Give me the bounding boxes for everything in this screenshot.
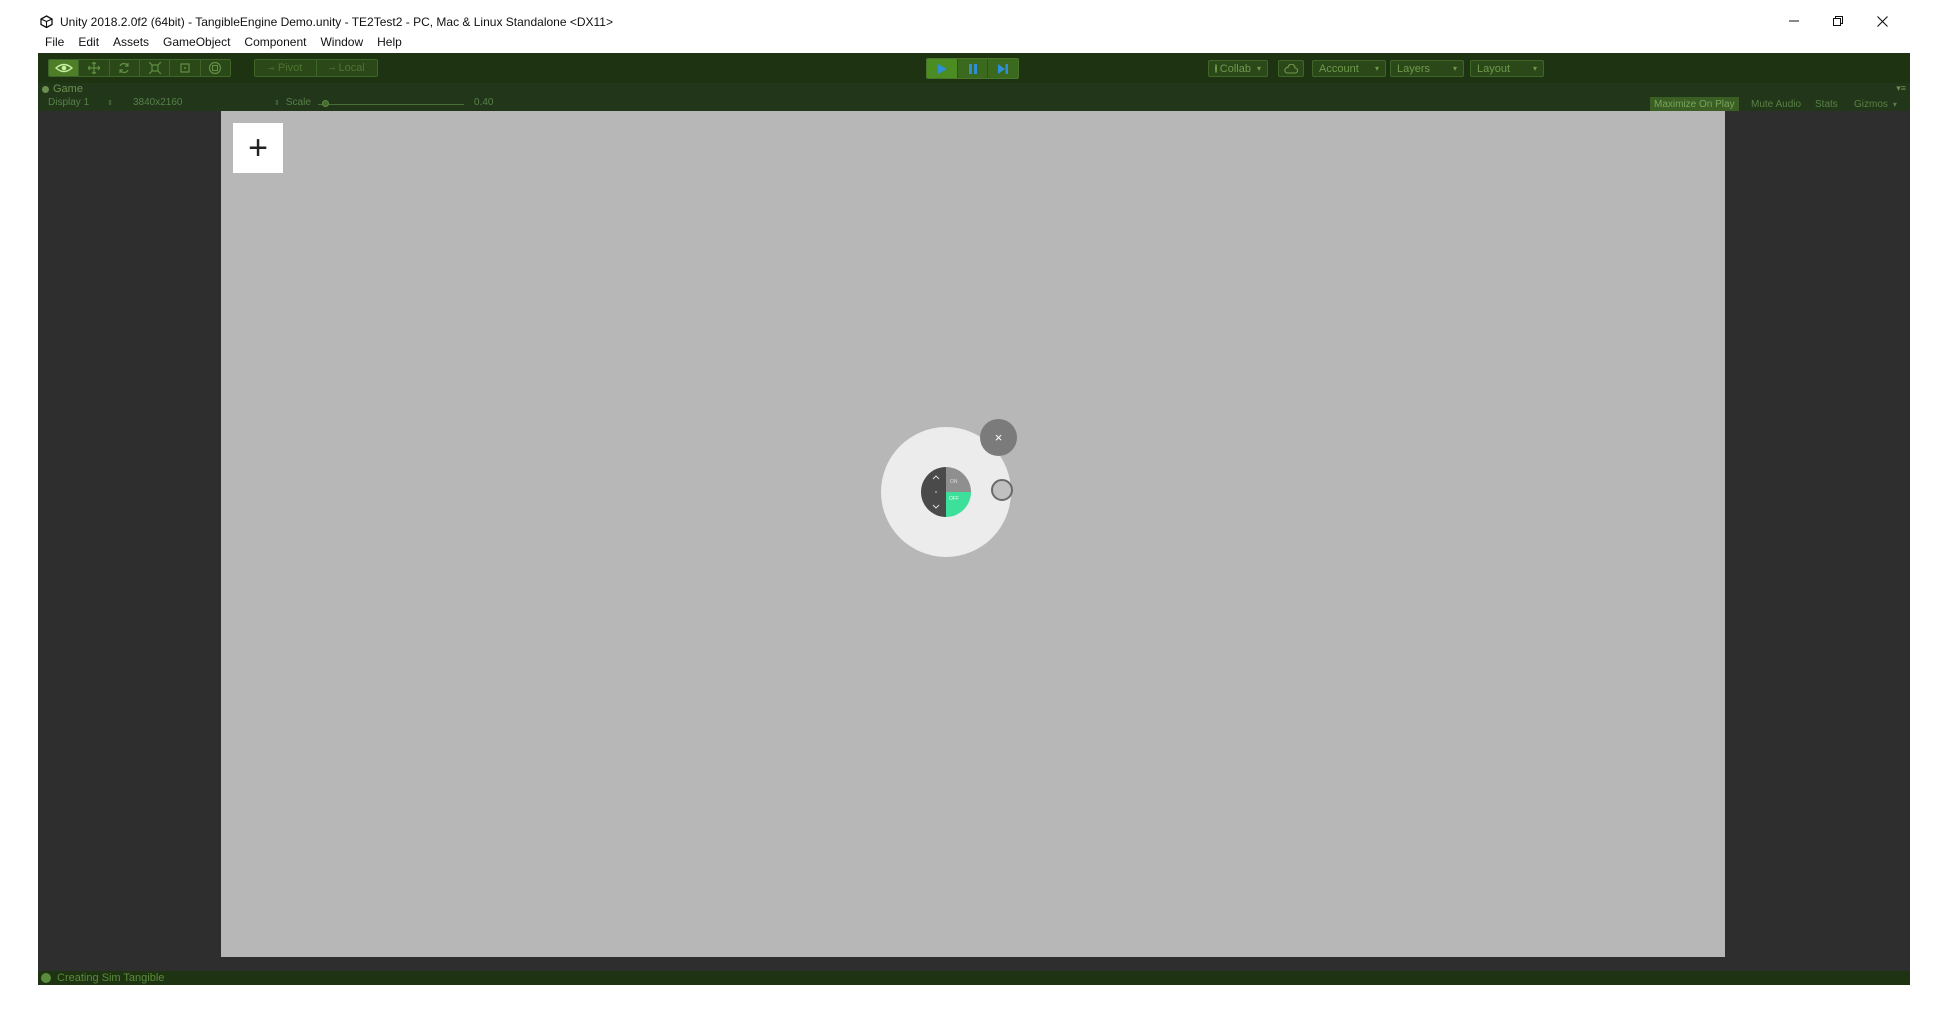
- dial-off-label: OFF: [949, 496, 959, 502]
- restore-icon: [1833, 16, 1843, 26]
- main-toolbar: ⊸ Pivot ⊸ Local Collab ▾ Account ▾ Layer…: [38, 53, 1910, 83]
- menu-gameobject[interactable]: GameObject: [156, 34, 237, 52]
- tab-game-label: Game: [53, 83, 83, 95]
- view-tool-button[interactable]: [49, 60, 80, 76]
- minimize-icon: [1789, 20, 1799, 22]
- on-off-dial[interactable]: ON OFF: [921, 467, 971, 517]
- transform-icon: [209, 61, 222, 75]
- chevron-down-icon: ▾: [1892, 99, 1897, 109]
- game-canvas[interactable]: + × ON OFF: [221, 111, 1725, 957]
- scale-slider-handle[interactable]: [322, 100, 329, 107]
- step-icon: [998, 63, 1009, 74]
- menu-assets[interactable]: Assets: [106, 34, 156, 52]
- window-title: Unity 2018.2.0f2 (64bit) - TangibleEngin…: [60, 15, 613, 29]
- scale-slider-track[interactable]: [318, 104, 464, 105]
- game-tab-header: Game ▾≡: [38, 83, 1910, 97]
- chevron-down-icon: ▾: [1374, 64, 1379, 73]
- chevron-down-icon: ▾: [1256, 64, 1261, 73]
- menu-component[interactable]: Component: [237, 34, 313, 52]
- chevron-down-icon: ▾: [1532, 64, 1537, 73]
- local-button[interactable]: ⊸ Local: [316, 60, 377, 76]
- resolution-label: 3840x2160: [133, 97, 183, 108]
- account-label: Account: [1319, 62, 1359, 75]
- gizmos-label: Gizmos: [1854, 98, 1888, 110]
- play-icon: [937, 63, 947, 74]
- menu-file[interactable]: File: [38, 34, 71, 52]
- collab-button[interactable]: Collab ▾: [1208, 60, 1268, 77]
- display-label: Display 1: [48, 97, 90, 108]
- transform-tool-button[interactable]: [200, 60, 230, 76]
- account-dropdown[interactable]: Account ▾: [1312, 60, 1386, 77]
- pause-icon: [968, 63, 977, 74]
- updown-icon: ⇕: [107, 100, 114, 107]
- rotate-icon: [119, 62, 129, 74]
- menu-window[interactable]: Window: [313, 34, 370, 52]
- game-viewport: + × ON OFF: [38, 111, 1910, 971]
- display-dropdown[interactable]: Display 1 ⇕: [48, 97, 113, 108]
- step-button[interactable]: [988, 59, 1018, 78]
- tangible-close-button[interactable]: ×: [980, 419, 1017, 456]
- updown-icon: ⇕: [274, 100, 280, 107]
- eye-icon: [54, 63, 73, 73]
- tangible-handle-knob[interactable]: [991, 479, 1013, 501]
- layers-dropdown[interactable]: Layers ▾: [1390, 60, 1464, 77]
- info-icon: [41, 973, 51, 983]
- layout-dropdown[interactable]: Layout ▾: [1470, 60, 1544, 77]
- play-button[interactable]: [927, 59, 958, 78]
- rect-icon: [180, 63, 190, 73]
- rect-tool-button[interactable]: [170, 60, 201, 76]
- menu-bar: File Edit Assets GameObject Component Wi…: [38, 34, 409, 52]
- plus-icon: +: [248, 129, 268, 167]
- mute-audio-toggle[interactable]: Mute Audio: [1747, 97, 1805, 111]
- menu-help[interactable]: Help: [370, 34, 409, 52]
- scale-tool-button[interactable]: [139, 60, 171, 76]
- cloud-button[interactable]: [1278, 60, 1304, 77]
- menu-edit[interactable]: Edit: [71, 34, 106, 52]
- scale-value: 0.40: [474, 97, 494, 108]
- status-message: Creating Sim Tangible: [57, 972, 165, 984]
- layers-label: Layers: [1397, 62, 1431, 75]
- restore-button[interactable]: [1816, 6, 1860, 36]
- close-window-button[interactable]: [1860, 6, 1904, 36]
- unity-editor-window: Unity 2018.2.0f2 (64bit) - TangibleEngin…: [0, 0, 1938, 1019]
- resolution-dropdown[interactable]: 3840x2160: [133, 97, 183, 108]
- close-icon: [1876, 15, 1888, 27]
- scale-label: ⇕ Scale: [274, 97, 311, 108]
- pivot-button[interactable]: ⊸ Pivot: [255, 60, 317, 76]
- rotate-tool-button[interactable]: [109, 60, 140, 76]
- play-controls: [926, 58, 1019, 79]
- unity-logo-icon: [40, 15, 53, 28]
- pause-button[interactable]: [957, 59, 989, 78]
- collab-label: Collab: [1219, 62, 1251, 75]
- dial-on-label: ON: [950, 479, 958, 485]
- transform-tools: [48, 59, 231, 77]
- add-button[interactable]: +: [233, 123, 283, 173]
- move-icon: [87, 62, 100, 74]
- pivot-icon: ⊸: [268, 63, 275, 73]
- pivot-label: Pivot: [277, 62, 303, 74]
- updown-arrows-icon: [932, 475, 940, 509]
- gizmos-dropdown[interactable]: Gizmos ▾: [1850, 97, 1901, 111]
- editor-frame: ⊸ Pivot ⊸ Local Collab ▾ Account ▾ Layer…: [38, 53, 1910, 985]
- tab-menu-icon[interactable]: ▾≡: [1896, 83, 1906, 94]
- title-bar: Unity 2018.2.0f2 (64bit) - TangibleEngin…: [0, 0, 1938, 34]
- pivot-toggle-group: ⊸ Pivot ⊸ Local: [254, 59, 378, 77]
- maximize-on-play-toggle[interactable]: Maximize On Play: [1650, 97, 1739, 111]
- status-bar: Creating Sim Tangible: [38, 971, 1910, 985]
- move-tool-button[interactable]: [79, 60, 110, 76]
- stats-toggle[interactable]: Stats: [1811, 97, 1842, 111]
- local-label: Local: [338, 62, 365, 74]
- game-controller-icon: [42, 85, 49, 93]
- minimize-button[interactable]: [1772, 6, 1816, 36]
- local-icon: ⊸: [328, 63, 336, 73]
- check-icon: [1215, 64, 1217, 73]
- layout-label: Layout: [1477, 62, 1511, 75]
- game-view-controls: Display 1 ⇕ 3840x2160 ⇕ Scale 0.40 Maximiz…: [38, 97, 1910, 111]
- scale-icon: [148, 62, 161, 74]
- chevron-down-icon: ▾: [1452, 64, 1457, 73]
- close-icon: ×: [994, 430, 1003, 445]
- tab-game[interactable]: Game: [42, 83, 83, 95]
- cloud-icon: [1284, 63, 1298, 74]
